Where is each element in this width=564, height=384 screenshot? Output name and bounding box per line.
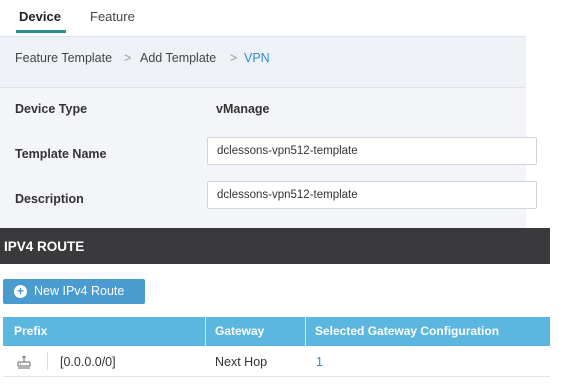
column-header-gateway[interactable]: Gateway xyxy=(215,324,264,338)
breadcrumb-separator: > xyxy=(124,51,132,65)
description-input[interactable]: dclessons-vpn512-template xyxy=(207,181,537,209)
tab-bar: Device Feature xyxy=(0,0,564,34)
device-type-label: Device Type xyxy=(15,102,88,116)
breadcrumb: Feature Template > Add Template > VPN xyxy=(0,36,526,88)
description-label: Description xyxy=(15,192,84,206)
column-divider xyxy=(205,317,206,346)
row-selected-gateway-config-link[interactable]: 1 xyxy=(316,355,323,369)
template-name-label: Template Name xyxy=(15,147,107,161)
breadcrumb-separator: > xyxy=(230,51,238,65)
plus-circle-icon: + xyxy=(14,285,27,298)
breadcrumb-vpn: VPN xyxy=(244,51,270,65)
template-form: Device Type vManage Template Name dcless… xyxy=(0,88,537,228)
row-prefix: [0.0.0.0/0] xyxy=(60,355,116,369)
routes-table-header: Prefix Gateway Selected Gateway Configur… xyxy=(3,317,550,346)
tab-feature[interactable]: Feature xyxy=(90,9,135,24)
device-type-value: vManage xyxy=(216,102,270,116)
row-divider xyxy=(47,352,48,370)
column-header-prefix[interactable]: Prefix xyxy=(14,324,47,338)
new-ipv4-route-label: New IPv4 Route xyxy=(34,284,125,298)
column-header-selected-gateway-configuration[interactable]: Selected Gateway Configuration xyxy=(315,324,499,338)
table-row[interactable]: [0.0.0.0/0] Next Hop 1 xyxy=(3,346,550,377)
breadcrumb-feature-template[interactable]: Feature Template xyxy=(15,51,112,65)
row-gateway: Next Hop xyxy=(215,355,268,369)
network-device-icon xyxy=(17,356,31,369)
section-header-ipv4-route: IPV4 ROUTE xyxy=(0,228,550,264)
column-divider xyxy=(305,317,306,346)
new-ipv4-route-button[interactable]: + New IPv4 Route xyxy=(3,279,145,304)
tab-device[interactable]: Device xyxy=(19,9,61,24)
active-tab-indicator xyxy=(16,30,66,33)
template-name-input[interactable]: dclessons-vpn512-template xyxy=(207,137,537,165)
breadcrumb-add-template[interactable]: Add Template xyxy=(140,51,216,65)
